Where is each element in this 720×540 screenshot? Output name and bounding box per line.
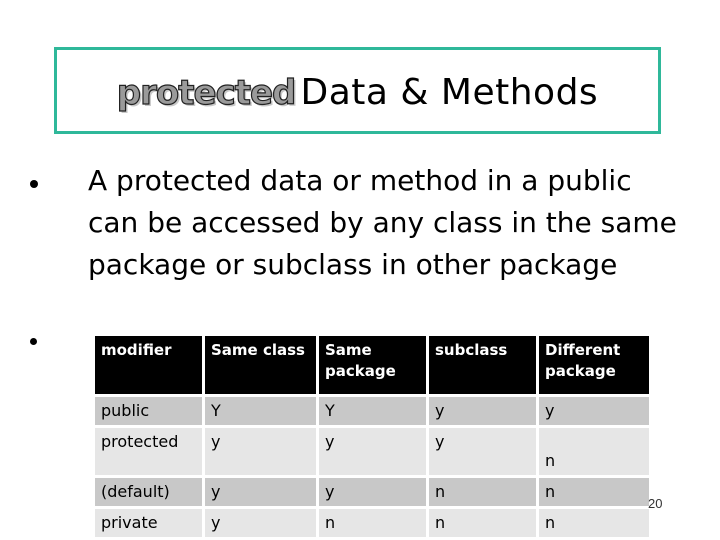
slide-title: protected Data & Methods bbox=[57, 72, 658, 114]
cell: y bbox=[319, 478, 426, 506]
cell: y bbox=[539, 397, 649, 425]
cell-modifier: protected bbox=[95, 428, 202, 475]
header-same-class: Same class bbox=[205, 336, 316, 394]
title-text: Data & Methods bbox=[300, 72, 599, 113]
header-different-package: Different package bbox=[539, 336, 649, 394]
header-same-package: Same package bbox=[319, 336, 426, 394]
cell: n bbox=[539, 428, 649, 475]
table-row: (default) y y n n bbox=[95, 478, 649, 506]
cell-modifier: private bbox=[95, 509, 202, 537]
title-box: protected Data & Methods bbox=[54, 47, 661, 134]
bullet-dot-icon bbox=[30, 338, 37, 345]
access-modifier-table: modifier Same class Same package subclas… bbox=[92, 333, 652, 540]
cell: Y bbox=[205, 397, 316, 425]
table-row: private y n n n bbox=[95, 509, 649, 537]
cell-modifier: (default) bbox=[95, 478, 202, 506]
cell: n bbox=[319, 509, 426, 537]
cell: y bbox=[205, 478, 316, 506]
page-number: 20 bbox=[648, 496, 663, 511]
cell: Y bbox=[319, 397, 426, 425]
header-subclass: subclass bbox=[429, 336, 536, 394]
title-keyword: protected bbox=[116, 72, 297, 113]
bullet-dot-icon bbox=[30, 180, 38, 188]
cell: y bbox=[205, 509, 316, 537]
cell: y bbox=[429, 397, 536, 425]
header-modifier: modifier bbox=[95, 336, 202, 394]
cell: n bbox=[539, 509, 649, 537]
cell: y bbox=[429, 428, 536, 475]
cell: n bbox=[429, 509, 536, 537]
cell: y bbox=[205, 428, 316, 475]
table-row: public Y Y y y bbox=[95, 397, 649, 425]
table-header-row: modifier Same class Same package subclas… bbox=[95, 336, 649, 394]
cell-modifier: public bbox=[95, 397, 202, 425]
cell: n bbox=[429, 478, 536, 506]
cell: y bbox=[319, 428, 426, 475]
bullet-text: A protected data or method in a public c… bbox=[88, 164, 677, 281]
cell: n bbox=[539, 478, 649, 506]
table-row: protected y y y n bbox=[95, 428, 649, 475]
